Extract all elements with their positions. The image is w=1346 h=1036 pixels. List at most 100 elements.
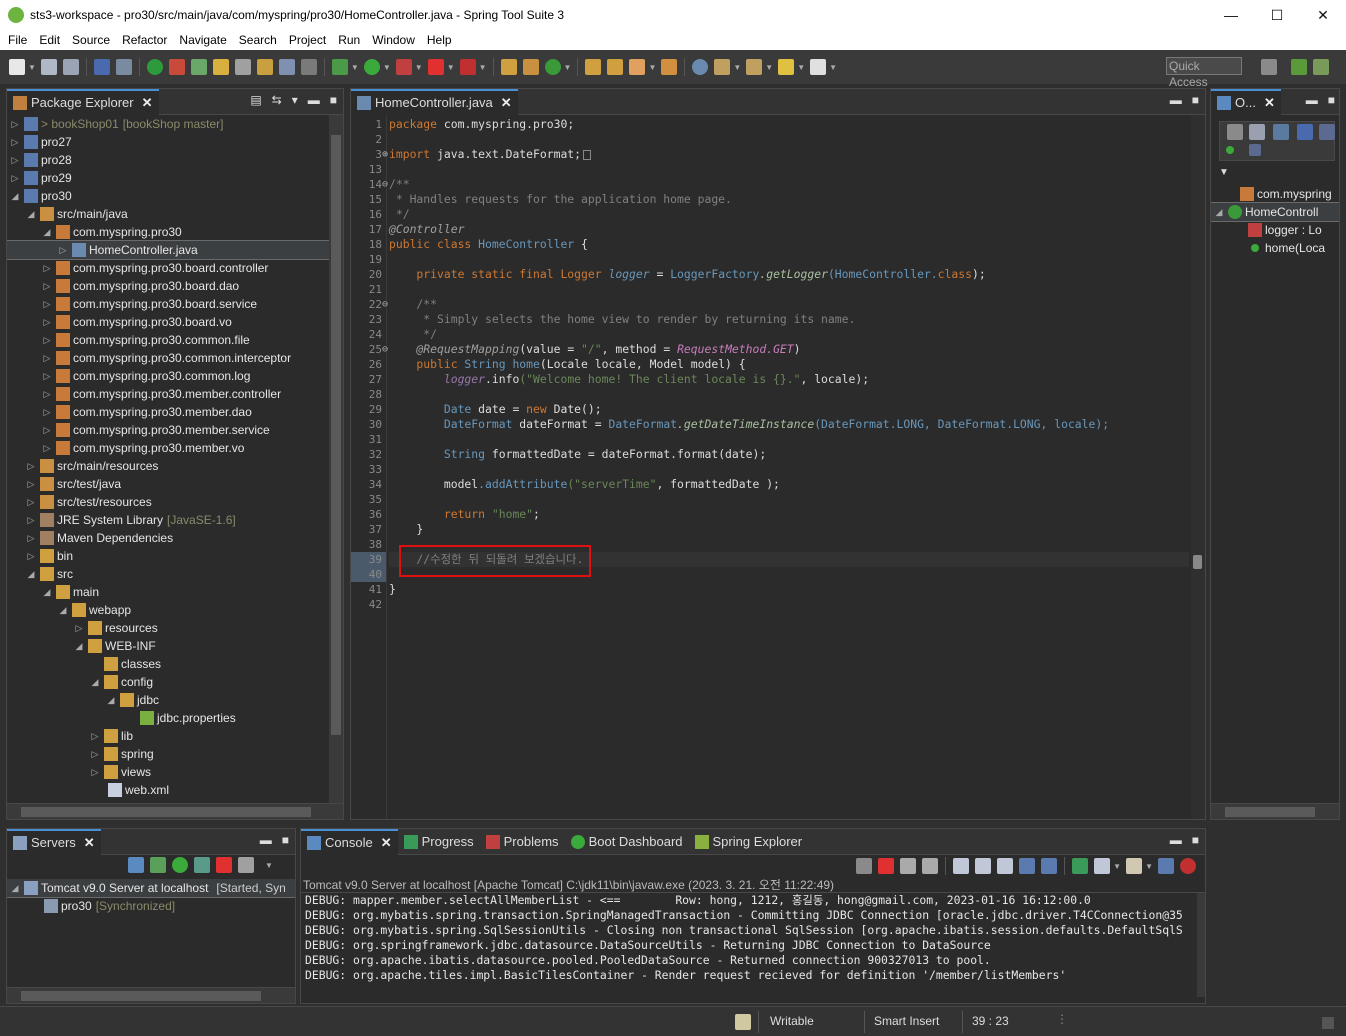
close-icon[interactable]: ✕ bbox=[84, 835, 95, 851]
highlighter-icon[interactable] bbox=[629, 59, 646, 75]
run-config-icon[interactable] bbox=[190, 59, 207, 75]
tree-item[interactable]: ▷ src/main/resources bbox=[7, 457, 329, 475]
server-item[interactable]: ◢ Tomcat v9.0 Server at localhost [Started… bbox=[7, 879, 295, 898]
maximize-view-icon[interactable]: ■ bbox=[1192, 93, 1199, 107]
open-resource-icon[interactable] bbox=[256, 59, 273, 75]
debug-server-icon[interactable] bbox=[150, 857, 166, 873]
hide-local-types-icon[interactable] bbox=[1319, 124, 1335, 140]
tab-problems[interactable]: Problems bbox=[480, 829, 565, 855]
new-icon[interactable] bbox=[9, 59, 25, 75]
open-type-icon[interactable] bbox=[234, 59, 251, 75]
outline-item[interactable]: home(Loca bbox=[1211, 239, 1339, 257]
stop-server-icon[interactable] bbox=[216, 857, 232, 873]
tree-item[interactable]: ▷ com.myspring.pro30.member.service bbox=[7, 421, 329, 439]
tab-console[interactable]: Console ✕ bbox=[301, 828, 398, 855]
outline-item[interactable]: logger : Lo bbox=[1211, 221, 1339, 239]
save-icon[interactable] bbox=[40, 59, 57, 75]
minimize-button[interactable]: — bbox=[1208, 0, 1254, 30]
tab-homecontroller[interactable]: HomeController.java ✕ bbox=[351, 88, 518, 115]
menu-edit[interactable]: Edit bbox=[35, 33, 68, 47]
close-icon[interactable]: ✕ bbox=[142, 95, 153, 111]
minimize-view-icon[interactable]: ▬ bbox=[1306, 93, 1318, 107]
tree-item[interactable]: ◢ pro30 bbox=[7, 187, 329, 205]
menu-navigate[interactable]: Navigate bbox=[175, 33, 234, 47]
tree-item[interactable]: ▷ src/test/java bbox=[7, 475, 329, 493]
show-on-stderr-icon[interactable] bbox=[1041, 858, 1058, 874]
relaunch-icon[interactable] bbox=[856, 858, 873, 874]
horizontal-scrollbar[interactable] bbox=[7, 987, 295, 1003]
globe-icon[interactable] bbox=[692, 59, 709, 75]
tree-item[interactable]: ◢ com.myspring.pro30 bbox=[7, 223, 329, 241]
tab-outline[interactable]: O... ✕ bbox=[1211, 88, 1281, 115]
tree-item[interactable]: ▷ com.myspring.pro30.board.dao bbox=[7, 277, 329, 295]
tree-item[interactable]: ▷ views bbox=[7, 763, 329, 781]
code-area[interactable]: package com.myspring.pro30; import java.… bbox=[389, 115, 1189, 819]
run-icon[interactable] bbox=[363, 59, 380, 75]
save-all-icon[interactable] bbox=[62, 59, 79, 75]
tab-boot-dashboard[interactable]: Boot Dashboard bbox=[565, 829, 689, 855]
spring-console-icon[interactable] bbox=[1180, 858, 1196, 874]
spring-perspective-icon[interactable] bbox=[1313, 59, 1329, 75]
tab-package-explorer[interactable]: Package Explorer ✕ bbox=[7, 88, 159, 115]
tab-servers[interactable]: Servers ✕ bbox=[7, 828, 101, 855]
tree-item[interactable]: ◢ jdbc bbox=[7, 691, 329, 709]
minimize-view-icon[interactable]: ▬ bbox=[1170, 93, 1182, 107]
view-menu-icon[interactable]: ▾ bbox=[292, 93, 298, 107]
link-editor-icon[interactable]: ⇆ bbox=[272, 93, 282, 107]
tree-item[interactable]: ▷ com.myspring.pro30.board.vo bbox=[7, 313, 329, 331]
tree-item[interactable]: ▷ > bookShop01 [bookShop master] bbox=[7, 115, 329, 133]
edit-icon[interactable] bbox=[212, 59, 229, 75]
tree-item[interactable]: ◢ WEB-INF bbox=[7, 637, 329, 655]
maximize-view-icon[interactable]: ■ bbox=[330, 93, 337, 107]
tree-item[interactable]: ▷ pro29 bbox=[7, 169, 329, 187]
minimize-view-icon[interactable]: ▬ bbox=[260, 833, 272, 847]
coverage-icon[interactable] bbox=[395, 59, 412, 75]
scroll-lock-icon[interactable] bbox=[975, 858, 992, 874]
pin-console-icon[interactable] bbox=[1072, 858, 1089, 874]
hide-fields-icon[interactable] bbox=[1249, 124, 1265, 140]
editor-scrollbar[interactable] bbox=[1191, 115, 1205, 819]
resize-grip-icon[interactable] bbox=[1322, 1017, 1334, 1029]
tree-item[interactable]: ▷ pro28 bbox=[7, 151, 329, 169]
menu-run[interactable]: Run bbox=[334, 33, 368, 47]
remove-launch-icon[interactable] bbox=[900, 858, 917, 874]
tree-item[interactable]: ▷ com.myspring.pro30.member.controller bbox=[7, 385, 329, 403]
tree-item[interactable]: ▷ Maven Dependencies bbox=[7, 529, 329, 547]
maximize-view-icon[interactable]: ■ bbox=[282, 833, 289, 847]
profile-server-icon[interactable] bbox=[194, 857, 210, 873]
outline-menu-icon[interactable]: ▼ bbox=[1219, 167, 1229, 178]
new-package-icon[interactable] bbox=[522, 59, 539, 75]
outline-item[interactable]: ◢ HomeControll bbox=[1211, 202, 1339, 222]
skip-breakpoints-icon[interactable] bbox=[115, 59, 132, 75]
tree-item[interactable]: ▷ com.myspring.pro30.common.log bbox=[7, 367, 329, 385]
prev-annotation-icon[interactable] bbox=[746, 59, 763, 75]
remove-all-icon[interactable] bbox=[922, 858, 939, 874]
clear-console-icon[interactable] bbox=[953, 858, 970, 874]
tree-item-selected[interactable]: ▷ HomeController.java bbox=[7, 240, 329, 260]
tree-item[interactable]: jdbc.properties bbox=[7, 709, 329, 727]
horizontal-scrollbar[interactable] bbox=[7, 803, 343, 819]
pilcrow-icon[interactable] bbox=[300, 59, 317, 75]
maximize-view-icon[interactable]: ■ bbox=[1192, 833, 1199, 847]
maximize-button[interactable]: ☐ bbox=[1254, 0, 1300, 30]
quick-access-input[interactable]: Quick Access bbox=[1166, 57, 1242, 89]
tree-item[interactable]: ▷ bin bbox=[7, 547, 329, 565]
tab-spring-explorer[interactable]: Spring Explorer bbox=[689, 829, 809, 855]
minimize-view-icon[interactable]: ▬ bbox=[308, 93, 320, 107]
tree-item[interactable]: classes bbox=[7, 655, 329, 673]
tree-item[interactable]: ▷ com.myspring.pro30.board.controller bbox=[7, 259, 329, 277]
code-editor[interactable]: 1 2 3 ⊕ 13 14 ⊖ 15 16 17 18 19 20 21 22 ⊖ 2… bbox=[351, 115, 1205, 819]
back-arrow-icon[interactable] bbox=[778, 59, 795, 75]
tree-item[interactable]: ▷ com.myspring.pro30.member.dao bbox=[7, 403, 329, 421]
console-output[interactable]: Tomcat v9.0 Server at localhost [Apache … bbox=[301, 877, 1205, 1003]
spring-starter-icon[interactable] bbox=[168, 59, 185, 75]
server-new-icon[interactable] bbox=[128, 857, 144, 873]
debug-icon[interactable] bbox=[331, 59, 348, 75]
annotation-icon[interactable] bbox=[661, 59, 678, 75]
outline-item[interactable]: com.myspring bbox=[1211, 185, 1339, 203]
menu-refactor[interactable]: Refactor bbox=[118, 33, 175, 47]
word-wrap-icon[interactable] bbox=[997, 858, 1014, 874]
terminate-icon[interactable] bbox=[878, 858, 895, 874]
tree-item[interactable]: ▷ JRE System Library [JavaSE-1.6] bbox=[7, 511, 329, 529]
tree-item[interactable]: ◢ main bbox=[7, 583, 329, 601]
